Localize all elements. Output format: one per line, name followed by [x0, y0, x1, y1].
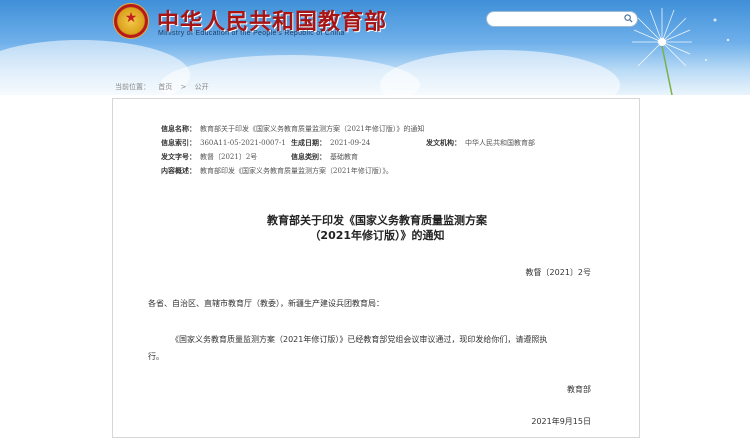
meta-label: 发文机构：	[426, 138, 461, 147]
body-paragraph-line1: 《国家义务教育质量监测方案（2021年修订版）》已经教育部党组会议审议通过，现印…	[171, 335, 548, 344]
body-paragraph-line2: 行。	[148, 352, 164, 361]
site-header: ★ 中华人民共和国教育部 Ministry of Education of th…	[0, 0, 750, 95]
meta-row-docnum: 发文字号： 教督〔2021〕2号	[161, 152, 257, 164]
meta-label: 发文字号：	[161, 152, 196, 161]
signature-org: 教育部	[567, 385, 591, 394]
meta-label: 信息名称：	[161, 124, 196, 133]
meta-label: 信息类别：	[291, 152, 326, 161]
signature-date: 2021年9月15日	[531, 417, 591, 426]
meta-row-category: 信息类别： 基础教育	[291, 152, 358, 164]
document-number: 教督〔2021〕2号	[525, 268, 591, 277]
addressee-text: 各省、自治区、直辖市教育厅（教委），新疆生产建设兵团教育局：	[148, 299, 384, 308]
national-emblem-icon[interactable]: ★	[113, 3, 149, 39]
dandelion-decoration-icon	[632, 8, 730, 95]
breadcrumb-home-link[interactable]: 首页	[158, 83, 172, 91]
meta-row-org: 发文机构： 中华人民共和国教育部	[426, 138, 535, 150]
meta-row-summary: 内容概述： 教育部印发《国家义务教育质量监测方案（2021年修订版）》。	[161, 166, 393, 178]
site-logo-subtitle: Ministry of Education of the People's Re…	[158, 30, 345, 37]
meta-value: 360A11-05-2021-0007-1	[200, 139, 286, 147]
breadcrumb-label: 当前位置：	[115, 83, 150, 91]
breadcrumb-separator: >	[180, 83, 187, 91]
article-panel: 信息名称： 教育部关于印发《国家义务教育质量监测方案（2021年修订版）》的通知 …	[112, 98, 640, 438]
meta-value: 教督〔2021〕2号	[200, 153, 258, 161]
search-input[interactable]	[493, 13, 613, 25]
meta-label: 内容概述：	[161, 166, 196, 175]
meta-value: 教育部关于印发《国家义务教育质量监测方案（2021年修订版）》的通知	[200, 125, 425, 133]
meta-label: 生成日期：	[291, 138, 326, 147]
meta-value: 教育部印发《国家义务教育质量监测方案（2021年修订版）》。	[200, 167, 393, 175]
meta-label: 信息索引：	[161, 138, 196, 147]
meta-value: 中华人民共和国教育部	[465, 139, 535, 147]
meta-value: 基础教育	[330, 153, 358, 161]
meta-row-date: 生成日期： 2021-09-24	[291, 138, 370, 150]
breadcrumb-public-link[interactable]: 公开	[195, 83, 209, 91]
meta-value: 2021-09-24	[330, 139, 371, 147]
cloud-decoration	[380, 50, 620, 95]
meta-row-index: 信息索引： 360A11-05-2021-0007-1	[161, 138, 286, 150]
article-title-line1: 教育部关于印发《国家义务教育质量监测方案	[267, 214, 487, 227]
breadcrumb: 当前位置： 首页 > 公开	[115, 82, 215, 92]
meta-row-name: 信息名称： 教育部关于印发《国家义务教育质量监测方案（2021年修订版）》的通知	[161, 124, 424, 136]
article-title-line2: （2021年修订版）》的通知	[309, 229, 445, 242]
